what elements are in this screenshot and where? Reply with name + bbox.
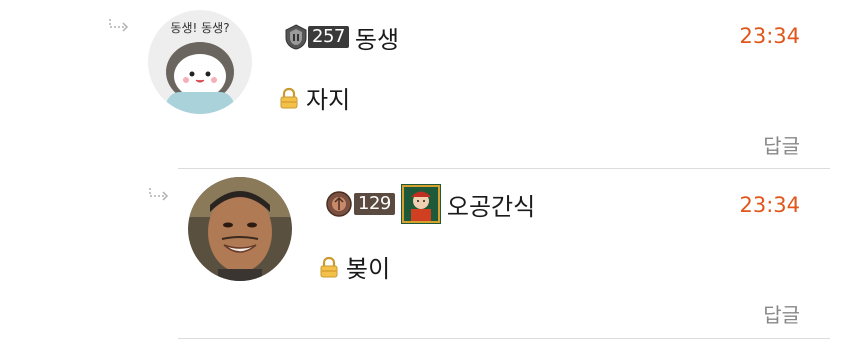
comment-time: 23:34 [739, 193, 800, 217]
user-icon [400, 184, 441, 224]
reply-button[interactable]: 답글 [763, 130, 800, 159]
level-badge: 257 [284, 24, 349, 50]
comment-time: 23:34 [739, 24, 800, 48]
reply-arrow-icon [109, 19, 129, 32]
lock-icon [320, 256, 338, 277]
avatar[interactable]: 동생! 동생? [148, 10, 252, 114]
lock-icon [280, 87, 298, 108]
level-badge-icon [285, 24, 307, 50]
nickname[interactable]: 오공간식 [447, 187, 535, 222]
comment-item: 129 오공간식 23:34 봊이 답글 [0, 169, 850, 339]
reply-arrow-icon [149, 188, 169, 201]
comment-text: 자지 [306, 86, 351, 114]
reply-button[interactable]: 답글 [763, 299, 800, 328]
divider [178, 338, 830, 339]
nickname[interactable]: 동생 [355, 20, 399, 55]
level-badge-icon [326, 191, 352, 217]
level-number: 257 [308, 26, 349, 48]
comment-item: 동생! 동생? 257 동생 23:34 자지 답글 [0, 0, 850, 168]
svg-text:동생! 동생?: 동생! 동생? [170, 21, 229, 35]
level-badge: 129 [324, 191, 395, 217]
avatar[interactable] [188, 177, 292, 281]
level-number: 129 [354, 193, 395, 215]
comment-text: 봊이 [346, 255, 391, 283]
